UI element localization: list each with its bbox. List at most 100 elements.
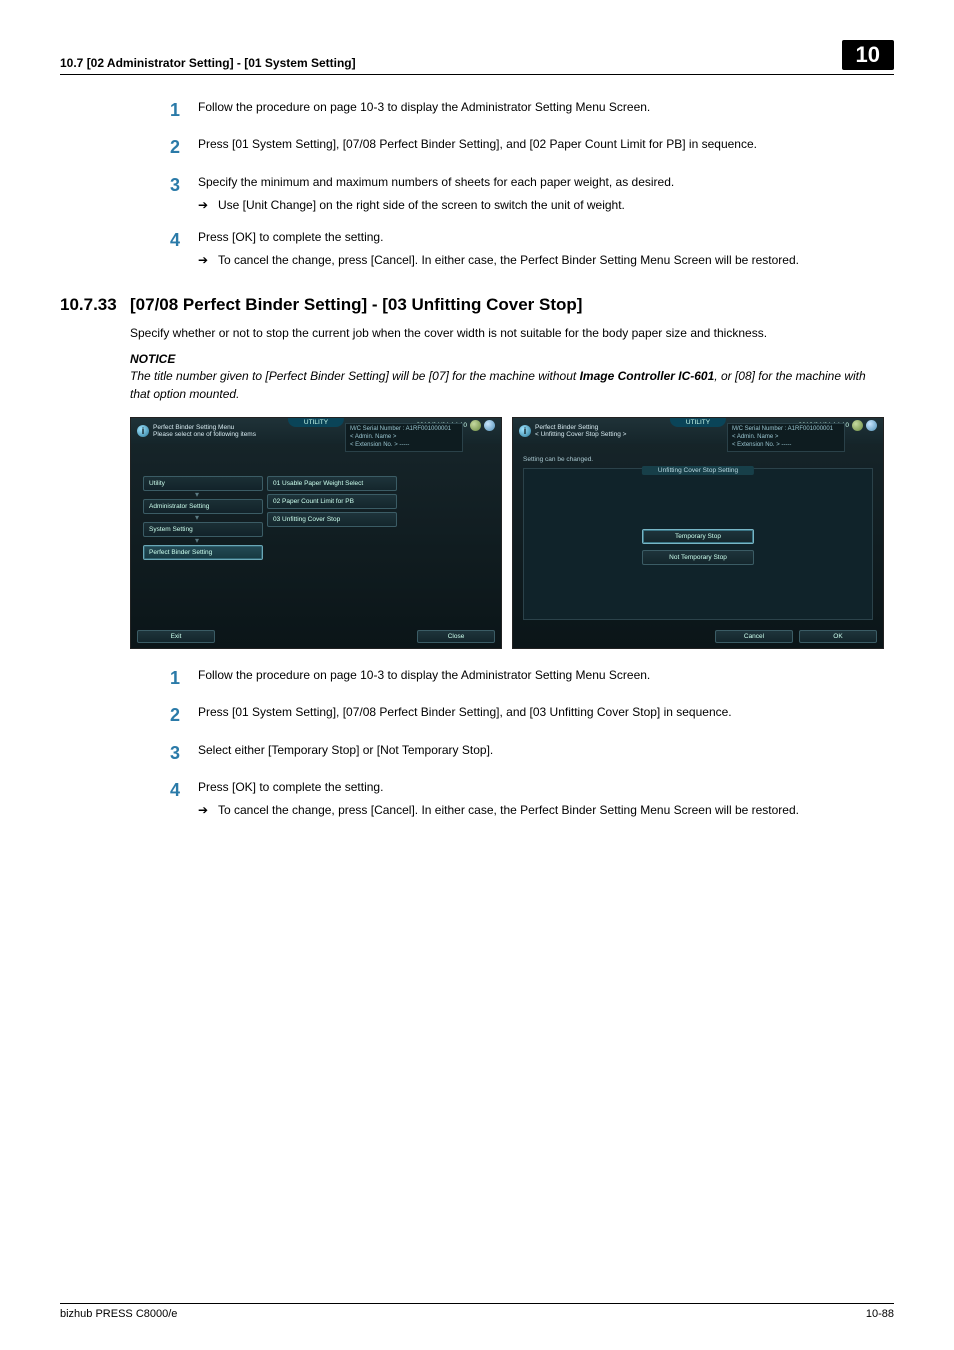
step-text: Press [OK] to complete the setting.: [198, 229, 884, 246]
option-buttons: Temporary Stop Not Temporary Stop: [642, 529, 754, 565]
step-number: 1: [170, 99, 198, 122]
step-body: Specify the minimum and maximum numbers …: [198, 174, 884, 215]
page-footer: bizhub PRESS C8000/e 10-88: [60, 1303, 894, 1320]
utility-tab: UTILITY: [670, 418, 726, 427]
menu-item-button[interactable]: 01 Usable Paper Weight Select: [267, 476, 397, 491]
step-sub: Use [Unit Change] on the right side of t…: [198, 197, 884, 214]
notice-text: The title number given to [Perfect Binde…: [130, 368, 884, 403]
help-icon[interactable]: [866, 420, 877, 431]
memory-icon: [852, 420, 863, 431]
step-body: Follow the procedure on page 10-3 to dis…: [198, 667, 884, 690]
menu-item-button[interactable]: 03 Unfitting Cover Stop: [267, 512, 397, 527]
step-sub-text: Use [Unit Change] on the right side of t…: [218, 197, 884, 214]
step-number: 4: [170, 229, 198, 270]
notice-label: NOTICE: [130, 351, 884, 368]
serial-line: M/C Serial Number : A1RF001000001: [350, 426, 458, 434]
close-button[interactable]: Close: [417, 630, 495, 643]
admin-line: < Admin. Name >: [350, 434, 458, 442]
page-number: 10-88: [866, 1308, 894, 1320]
menu-item-button[interactable]: 02 Paper Count Limit for PB: [267, 494, 397, 509]
step: 4Press [OK] to complete the setting. To c…: [170, 779, 884, 820]
step-number: 2: [170, 704, 198, 727]
step-body: Press [01 System Setting], [07/08 Perfec…: [198, 136, 884, 159]
step: 3Select either [Temporary Stop] or [Not …: [170, 742, 884, 765]
step-body: Press [OK] to complete the setting. To ca…: [198, 779, 884, 820]
screen-setting: UTILITY 2010/04/04 14:10 i Perfect Binde…: [512, 417, 884, 649]
option-button[interactable]: Temporary Stop: [642, 529, 754, 544]
ext-line: < Extension No. > -----: [732, 442, 840, 450]
cancel-button[interactable]: Cancel: [715, 630, 793, 643]
arrow-icon: [198, 197, 218, 214]
step-body: Press [01 System Setting], [07/08 Perfec…: [198, 704, 884, 727]
section-title: [07/08 Perfect Binder Setting] - [03 Unf…: [130, 295, 582, 315]
ext-line: < Extension No. > -----: [350, 442, 458, 450]
notice-text-pre: The title number given to [Perfect Binde…: [130, 369, 580, 383]
step-number: 4: [170, 779, 198, 820]
breadcrumb-node[interactable]: Administrator Setting: [143, 499, 263, 514]
step-number: 3: [170, 742, 198, 765]
screenshots-row: UTILITY 2010/04/04 14:10 i Perfect Binde…: [130, 417, 894, 649]
chevron-down-icon: ▾: [143, 537, 251, 545]
section-path: 10.7 [02 Administrator Setting] - [01 Sy…: [60, 56, 842, 70]
menu-column: 01 Usable Paper Weight Select 02 Paper Co…: [267, 476, 397, 527]
info-icon: i: [519, 425, 531, 437]
step-text: Select either [Temporary Stop] or [Not T…: [198, 742, 884, 759]
chevron-down-icon: ▾: [143, 514, 251, 522]
step-body: Follow the procedure on page 10-3 to dis…: [198, 99, 884, 122]
notice-bold: Image Controller IC-601: [580, 369, 715, 383]
arrow-icon: [198, 802, 218, 819]
breadcrumb-node[interactable]: Utility: [143, 476, 263, 491]
screen-title-line1: Perfect Binder Setting Menu: [153, 424, 256, 431]
screen-menu: UTILITY 2010/04/04 14:10 i Perfect Binde…: [130, 417, 502, 649]
step-sub: To cancel the change, press [Cancel]. In…: [198, 802, 884, 819]
steps-block-b: 1Follow the procedure on page 10-3 to di…: [170, 667, 884, 820]
breadcrumb-node[interactable]: Perfect Binder Setting: [143, 545, 263, 560]
step-text: Follow the procedure on page 10-3 to dis…: [198, 99, 884, 116]
info-icon: i: [137, 425, 149, 437]
step-body: Press [OK] to complete the setting. To ca…: [198, 229, 884, 270]
status-text: Setting can be changed.: [523, 456, 877, 463]
section-intro: Specify whether or not to stop the curre…: [130, 325, 884, 342]
page-header: 10.7 [02 Administrator Setting] - [01 Sy…: [60, 40, 894, 75]
card-title: Unfitting Cover Stop Setting: [642, 466, 754, 475]
setting-card: Unfitting Cover Stop Setting Temporary S…: [523, 468, 873, 620]
step-sub: To cancel the change, press [Cancel]. In…: [198, 252, 884, 269]
step: 4Press [OK] to complete the setting. To c…: [170, 229, 884, 270]
screen-title-line1: Perfect Binder Setting: [535, 424, 626, 431]
admin-line: < Admin. Name >: [732, 434, 840, 442]
steps-block-a: 1Follow the procedure on page 10-3 to di…: [170, 99, 884, 269]
step: 2Press [01 System Setting], [07/08 Perfe…: [170, 136, 884, 159]
step-text: Press [01 System Setting], [07/08 Perfec…: [198, 704, 884, 721]
step-text: Specify the minimum and maximum numbers …: [198, 174, 884, 191]
screen-title-line2: Please select one of following items: [153, 431, 256, 438]
step: 2Press [01 System Setting], [07/08 Perfe…: [170, 704, 884, 727]
step-text: Press [OK] to complete the setting.: [198, 779, 884, 796]
exit-button[interactable]: Exit: [137, 630, 215, 643]
section-heading: 10.7.33 [07/08 Perfect Binder Setting] -…: [60, 295, 894, 315]
step-body: Select either [Temporary Stop] or [Not T…: [198, 742, 884, 765]
screen-title: Perfect Binder Setting < Unfitting Cover…: [535, 424, 626, 438]
arrow-icon: [198, 252, 218, 269]
help-icon[interactable]: [484, 420, 495, 431]
product-name: bizhub PRESS C8000/e: [60, 1308, 177, 1320]
step-text: Follow the procedure on page 10-3 to dis…: [198, 667, 884, 684]
breadcrumb-node[interactable]: System Setting: [143, 522, 263, 537]
step: 1Follow the procedure on page 10-3 to di…: [170, 99, 884, 122]
step-text: Press [01 System Setting], [07/08 Perfec…: [198, 136, 884, 153]
utility-tab: UTILITY: [288, 418, 344, 427]
option-button[interactable]: Not Temporary Stop: [642, 550, 754, 565]
chevron-down-icon: ▾: [143, 491, 251, 499]
section-number: 10.7.33: [60, 295, 130, 315]
machine-info-box: M/C Serial Number : A1RF001000001 < Admi…: [345, 423, 463, 452]
step-sub-text: To cancel the change, press [Cancel]. In…: [218, 252, 884, 269]
screen-title: Perfect Binder Setting Menu Please selec…: [153, 424, 256, 438]
ok-button[interactable]: OK: [799, 630, 877, 643]
chapter-number-box: 10: [842, 40, 894, 70]
machine-info-box: M/C Serial Number : A1RF001000001 < Admi…: [727, 423, 845, 452]
step-number: 1: [170, 667, 198, 690]
step-number: 3: [170, 174, 198, 215]
screen-title-line2: < Unfitting Cover Stop Setting >: [535, 431, 626, 438]
step: 1Follow the procedure on page 10-3 to di…: [170, 667, 884, 690]
step: 3Specify the minimum and maximum numbers…: [170, 174, 884, 215]
step-sub-text: To cancel the change, press [Cancel]. In…: [218, 802, 884, 819]
